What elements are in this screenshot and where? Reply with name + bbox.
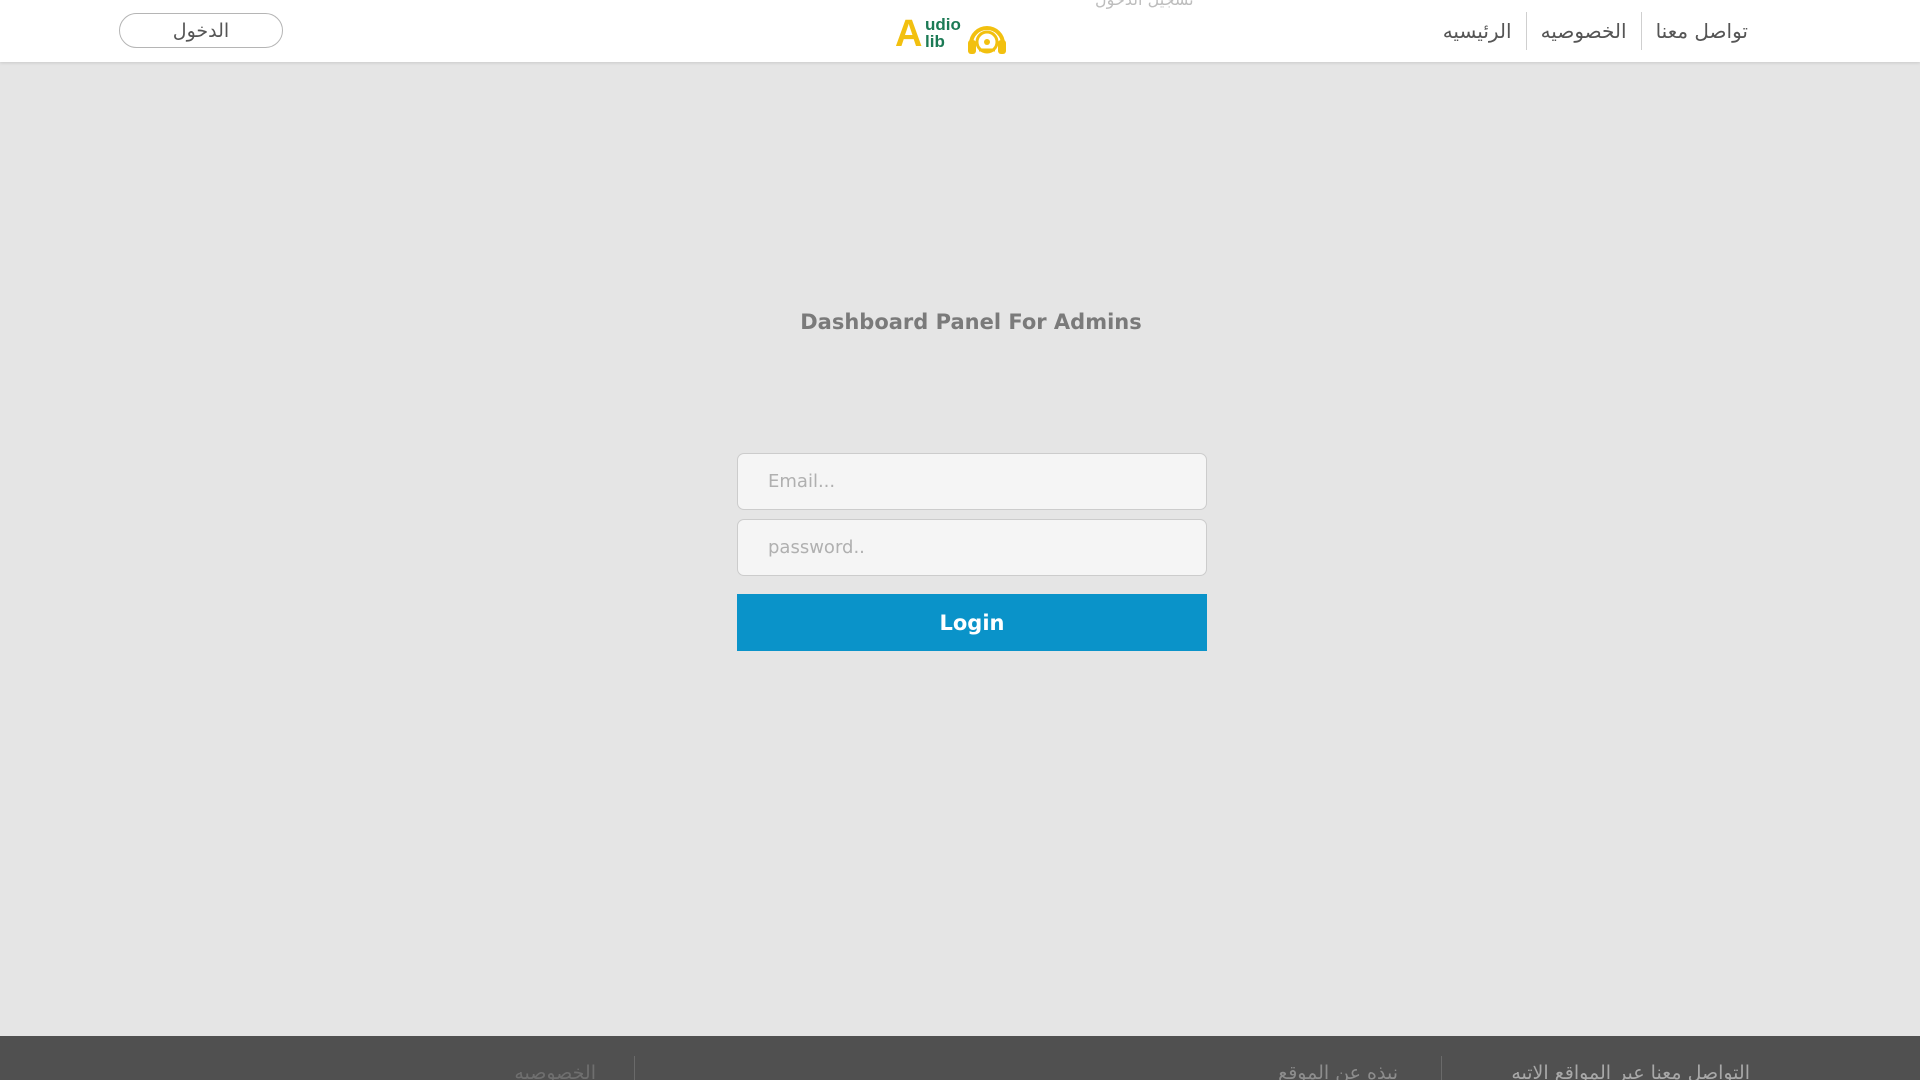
logo-letter: A	[895, 13, 923, 55]
email-field[interactable]	[737, 453, 1207, 510]
headphones-icon	[968, 26, 1006, 54]
audiolib-logo[interactable]: A udio lib	[895, 12, 1015, 58]
nav-item-contact[interactable]: تواصل معنا	[1642, 12, 1762, 50]
login-button[interactable]: Login	[737, 594, 1207, 651]
footer-divider	[1441, 1056, 1442, 1080]
logo-word-top: udio	[925, 15, 961, 34]
nav-divider	[1525, 12, 1527, 50]
faded-header-text: تسجيل الدخول	[1095, 0, 1194, 9]
password-field[interactable]	[737, 519, 1207, 576]
footer-contact-heading: التواصل معنا عبر المواقع الاتيه	[1511, 1062, 1750, 1080]
footer-divider	[634, 1056, 635, 1080]
top-navbar: الدخول تسجيل الدخول A udio lib الرئيسيه …	[0, 0, 1920, 62]
footer: التواصل معنا عبر المواقع الاتيه نبذه عن …	[0, 1036, 1920, 1080]
footer-about-heading: نبذه عن الموقع	[1278, 1062, 1398, 1080]
logo-word-bottom: lib	[925, 32, 945, 51]
page-title: Dashboard Panel For Admins	[800, 310, 1142, 334]
footer-privacy-link[interactable]: الخصوصيه	[514, 1062, 596, 1080]
nav-divider	[1640, 12, 1642, 50]
main-nav: الرئيسيه الخصوصيه تواصل معنا	[1429, 12, 1762, 50]
login-link-button[interactable]: الدخول	[119, 13, 283, 48]
nav-item-home[interactable]: الرئيسيه	[1429, 12, 1526, 50]
nav-item-privacy[interactable]: الخصوصيه	[1527, 12, 1641, 50]
